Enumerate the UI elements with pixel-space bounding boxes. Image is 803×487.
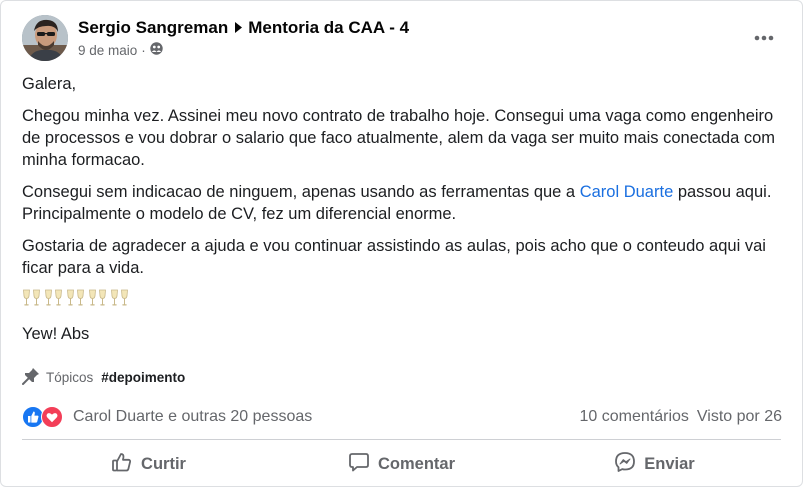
- reaction-icons[interactable]: [22, 406, 63, 428]
- clinking-glasses-icon: [66, 288, 85, 313]
- paragraph-2-text-start: Consegui sem indicacao de ninguem, apena…: [22, 183, 580, 201]
- group-audience-icon: [150, 42, 163, 58]
- post-greeting: Galera,: [22, 75, 77, 93]
- post-card: Sergio Sangreman Mentoria da CAA - 4 9 d…: [0, 0, 803, 487]
- avatar[interactable]: [22, 15, 68, 61]
- reactions-row: Carol Duarte e outras 20 pessoas 10 come…: [22, 405, 782, 429]
- messenger-icon: [614, 451, 636, 478]
- comments-count[interactable]: 10 comentários: [580, 408, 689, 426]
- clinking-glasses-icon: [22, 288, 41, 313]
- emoji-row: [22, 289, 792, 311]
- post-stats: 10 comentários Visto por 26: [580, 408, 782, 426]
- like-button[interactable]: Curtir: [22, 444, 275, 484]
- triangle-right-icon: [235, 18, 243, 38]
- post-body: Galera, Chegou minha vez. Assinei meu no…: [22, 73, 792, 355]
- author-line: Sergio Sangreman Mentoria da CAA - 4: [78, 18, 409, 38]
- more-options-button[interactable]: [746, 25, 782, 49]
- more-horizontal-icon: [754, 28, 774, 46]
- send-button[interactable]: Enviar: [528, 444, 781, 484]
- seen-by-count[interactable]: Visto por 26: [697, 408, 782, 426]
- group-name[interactable]: Mentoria da CAA - 4: [248, 18, 409, 38]
- meta-separator: ·: [141, 42, 146, 58]
- post-paragraph-3: Gostaria de agradecer a ajuda e vou cont…: [22, 237, 766, 277]
- post-header: Sergio Sangreman Mentoria da CAA - 4 9 d…: [22, 15, 802, 65]
- pushpin-icon: [22, 367, 40, 388]
- post-meta: 9 de maio ·: [78, 42, 163, 58]
- topic-tag[interactable]: #depoimento: [101, 370, 185, 385]
- comment-label: Comentar: [377, 454, 455, 473]
- action-divider: [22, 439, 781, 440]
- post-signoff: Yew! Abs: [22, 325, 90, 343]
- send-label: Enviar: [644, 454, 695, 473]
- comment-bubble-icon: [348, 451, 370, 478]
- comment-button[interactable]: Comentar: [275, 444, 528, 484]
- author-name[interactable]: Sergio Sangreman: [78, 18, 228, 38]
- clinking-glasses-icon: [44, 288, 63, 313]
- like-label: Curtir: [141, 454, 186, 473]
- post-actions: Curtir Comentar Enviar: [22, 444, 781, 484]
- topics-label: Tópicos: [46, 370, 94, 385]
- thumbs-up-icon: [111, 451, 133, 478]
- clinking-glasses-icon: [110, 288, 129, 313]
- post-paragraph-1: Chegou minha vez. Assinei meu novo contr…: [22, 107, 775, 169]
- clinking-glasses-icon: [88, 288, 107, 313]
- reactions-summary[interactable]: Carol Duarte e outras 20 pessoas: [73, 408, 312, 426]
- post-paragraph-2: Consegui sem indicacao de ninguem, apena…: [22, 181, 792, 225]
- topics-row: Tópicos #depoimento: [22, 367, 185, 388]
- love-reaction-icon: [41, 406, 63, 428]
- post-date[interactable]: 9 de maio: [78, 43, 137, 58]
- mention-link[interactable]: Carol Duarte: [580, 183, 674, 201]
